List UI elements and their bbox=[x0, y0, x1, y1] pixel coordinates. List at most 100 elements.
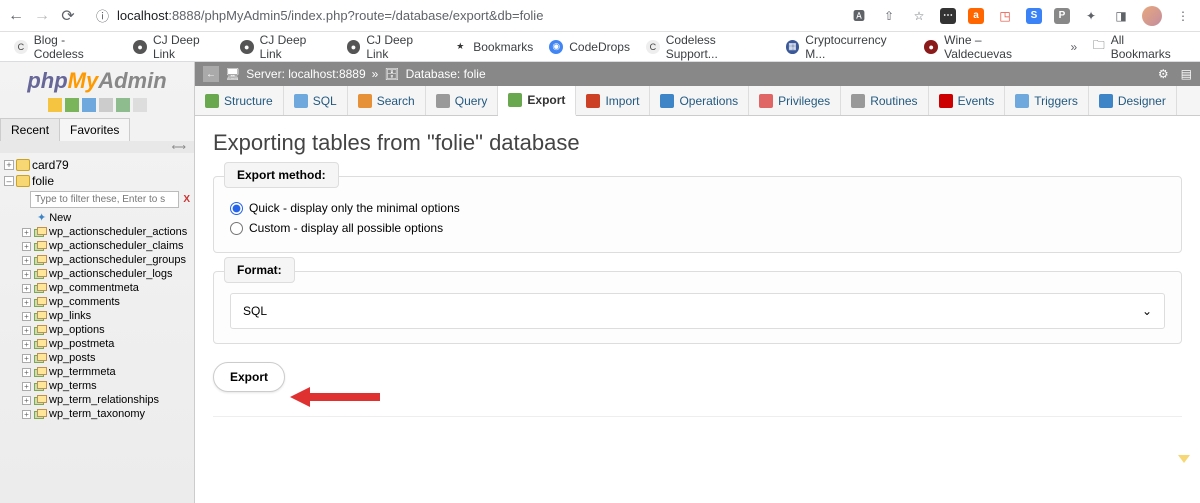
extensions-icon[interactable]: ✦ bbox=[1082, 7, 1100, 25]
translate-icon[interactable]: 🅰 bbox=[850, 7, 868, 25]
expand-icon[interactable]: + bbox=[22, 284, 31, 293]
ext-icon-2[interactable]: a bbox=[968, 8, 984, 24]
reload-button[interactable]: ⟳ bbox=[60, 8, 76, 24]
bookmark-item[interactable]: ●CJ Deep Link bbox=[234, 29, 337, 65]
tab-designer[interactable]: Designer bbox=[1089, 86, 1177, 115]
table-row[interactable]: +wp_commentmeta bbox=[0, 281, 194, 295]
new-table-link[interactable]: ✦ New bbox=[0, 210, 194, 225]
clear-filter-icon[interactable]: X bbox=[183, 194, 190, 205]
radio-custom-label: Custom - display all possible options bbox=[249, 221, 443, 235]
tab-triggers[interactable]: Triggers bbox=[1005, 86, 1089, 115]
breadcrumb-back-icon[interactable]: ← bbox=[203, 66, 219, 82]
warning-icon[interactable] bbox=[1178, 455, 1190, 463]
table-row[interactable]: +wp_options bbox=[0, 323, 194, 337]
settings-icon[interactable] bbox=[99, 98, 113, 112]
bookmarks-overflow-icon[interactable]: » bbox=[1065, 38, 1083, 56]
bookmark-item[interactable]: ▦Cryptocurrency M... bbox=[780, 29, 915, 65]
expand-icon[interactable]: + bbox=[22, 396, 31, 405]
radio-quick-input[interactable] bbox=[230, 202, 243, 215]
tab-query[interactable]: Query bbox=[426, 86, 499, 115]
tab-sql[interactable]: SQL bbox=[284, 86, 348, 115]
expand-icon[interactable]: + bbox=[22, 410, 31, 419]
table-row[interactable]: +wp_comments bbox=[0, 295, 194, 309]
reload-icon[interactable] bbox=[116, 98, 130, 112]
site-info-icon[interactable]: ⓘ bbox=[96, 6, 109, 25]
bookmark-item[interactable]: ●CJ Deep Link bbox=[127, 29, 230, 65]
table-row[interactable]: +wp_actionscheduler_groups bbox=[0, 253, 194, 267]
breadcrumb-server[interactable]: Server: localhost:8889 bbox=[246, 67, 365, 81]
expand-icon[interactable]: + bbox=[22, 256, 31, 265]
expand-icon[interactable]: + bbox=[22, 382, 31, 391]
table-row[interactable]: +wp_posts bbox=[0, 351, 194, 365]
format-select[interactable]: SQL ⌄ bbox=[230, 293, 1165, 329]
expand-icon[interactable]: + bbox=[22, 340, 31, 349]
table-row[interactable]: +wp_actionscheduler_claims bbox=[0, 239, 194, 253]
forward-button[interactable]: → bbox=[34, 8, 50, 24]
radio-custom[interactable]: Custom - display all possible options bbox=[230, 218, 1165, 238]
back-button[interactable]: ← bbox=[8, 8, 24, 24]
logout-icon[interactable] bbox=[65, 98, 79, 112]
page-help-icon[interactable]: ▤ bbox=[1181, 67, 1192, 81]
table-row[interactable]: +wp_termmeta bbox=[0, 365, 194, 379]
expand-icon[interactable]: + bbox=[22, 298, 31, 307]
profile-avatar[interactable] bbox=[1142, 6, 1162, 26]
bookmark-item[interactable]: ●CJ Deep Link bbox=[341, 29, 444, 65]
bookmark-item[interactable]: CBlog - Codeless bbox=[8, 29, 123, 65]
expand-icon[interactable]: + bbox=[22, 312, 31, 321]
url-path: :8888/phpMyAdmin5/index.php?route=/datab… bbox=[168, 8, 543, 23]
table-row[interactable]: +wp_actionscheduler_actions bbox=[0, 225, 194, 239]
table-row[interactable]: +wp_postmeta bbox=[0, 337, 194, 351]
ext-icon-1[interactable]: ⋯ bbox=[940, 8, 956, 24]
expand-icon[interactable]: + bbox=[22, 326, 31, 335]
bookmark-item[interactable]: ●Wine – Valdecuevas bbox=[918, 29, 1057, 65]
export-button[interactable]: Export bbox=[213, 362, 285, 392]
ext-icon-5[interactable]: P bbox=[1054, 8, 1070, 24]
star-icon[interactable]: ☆ bbox=[910, 7, 928, 25]
table-row[interactable]: +wp_links bbox=[0, 309, 194, 323]
sidepanel-icon[interactable]: ◨ bbox=[1112, 7, 1130, 25]
tab-routines[interactable]: Routines bbox=[841, 86, 928, 115]
expand-icon[interactable]: + bbox=[22, 270, 31, 279]
db-node-card79[interactable]: + card79 bbox=[0, 157, 194, 173]
gear-icon[interactable] bbox=[133, 98, 147, 112]
menu-icon[interactable]: ⋮ bbox=[1174, 7, 1192, 25]
table-row[interactable]: +wp_terms bbox=[0, 379, 194, 393]
table-row[interactable]: +wp_term_taxonomy bbox=[0, 407, 194, 421]
bookmark-label: CodeDrops bbox=[569, 40, 630, 54]
sidebar-collapse-handle[interactable]: ⟷ bbox=[0, 141, 194, 153]
expand-icon[interactable]: + bbox=[22, 242, 31, 251]
docs-icon[interactable] bbox=[82, 98, 96, 112]
table-row[interactable]: +wp_actionscheduler_logs bbox=[0, 267, 194, 281]
bookmark-item[interactable]: ★Bookmarks bbox=[447, 36, 539, 58]
ext-icon-3[interactable]: ◳ bbox=[996, 7, 1014, 25]
url-bar[interactable]: ⓘ localhost:8888/phpMyAdmin5/index.php?r… bbox=[86, 4, 840, 28]
tab-search[interactable]: Search bbox=[348, 86, 426, 115]
tab-import[interactable]: Import bbox=[576, 86, 650, 115]
tab-export[interactable]: Export bbox=[498, 86, 576, 116]
all-bookmarks-button[interactable]: 🗀All Bookmarks bbox=[1087, 29, 1192, 65]
page-settings-icon[interactable]: ⚙ bbox=[1158, 67, 1169, 81]
expand-icon[interactable]: + bbox=[22, 354, 31, 363]
tab-operations[interactable]: Operations bbox=[650, 86, 749, 115]
expand-icon[interactable]: + bbox=[4, 160, 14, 170]
collapse-icon[interactable]: – bbox=[4, 176, 14, 186]
home-icon[interactable] bbox=[48, 98, 62, 112]
db-node-folie[interactable]: – folie bbox=[0, 173, 194, 189]
tab-recent[interactable]: Recent bbox=[0, 118, 60, 141]
bookmark-item[interactable]: CCodeless Support... bbox=[640, 29, 776, 65]
ext-icon-4[interactable]: S bbox=[1026, 8, 1042, 24]
table-filter-input[interactable] bbox=[30, 191, 179, 208]
radio-custom-input[interactable] bbox=[230, 222, 243, 235]
share-icon[interactable]: ⇧ bbox=[880, 7, 898, 25]
expand-icon[interactable]: + bbox=[22, 368, 31, 377]
tab-favorites[interactable]: Favorites bbox=[59, 118, 130, 141]
tab-structure[interactable]: Structure bbox=[195, 86, 284, 115]
bookmark-item[interactable]: ◉CodeDrops bbox=[543, 36, 636, 58]
phpmyadmin-logo[interactable]: phpMyAdmin bbox=[0, 62, 194, 96]
expand-icon[interactable]: + bbox=[22, 228, 31, 237]
tab-privileges[interactable]: Privileges bbox=[749, 86, 841, 115]
radio-quick[interactable]: Quick - display only the minimal options bbox=[230, 198, 1165, 218]
breadcrumb-database[interactable]: Database: folie bbox=[406, 67, 486, 81]
table-row[interactable]: +wp_term_relationships bbox=[0, 393, 194, 407]
tab-events[interactable]: Events bbox=[929, 86, 1006, 115]
